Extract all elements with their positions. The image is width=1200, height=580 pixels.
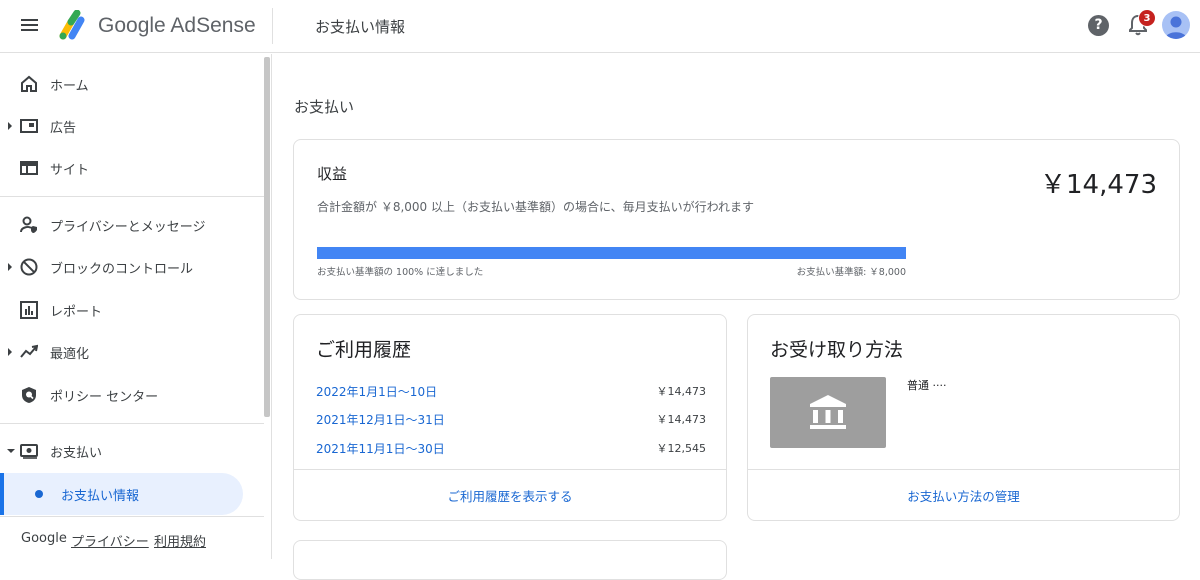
list-item: 2022年1月1日～10日 ￥14,473 xyxy=(316,383,706,403)
sites-icon xyxy=(20,161,38,175)
sidebar-item-optimization[interactable]: 最適化 xyxy=(0,332,264,372)
threshold-label: お支払い基準額: ￥8,000 xyxy=(796,267,906,278)
earnings-description: 合計金額が ￥8,000 以上（お支払い基準額）の場合に、毎月支払いが行われます xyxy=(317,200,755,214)
footer-privacy-link[interactable]: プライバシー xyxy=(71,531,149,550)
period-amount: ￥14,473 xyxy=(656,385,707,398)
sidebar-item-label: 広告 xyxy=(50,121,77,136)
collapse-arrow-icon[interactable] xyxy=(7,449,15,453)
policy-icon xyxy=(22,387,36,403)
sidebar-footer: Google プライバシー 利用規約 xyxy=(0,516,264,559)
expand-arrow-icon[interactable] xyxy=(8,263,12,271)
earnings-amount: ￥14,473 xyxy=(1040,170,1157,200)
card-footer: お支払い方法の管理 xyxy=(748,469,1179,520)
period-amount: ￥14,473 xyxy=(656,413,707,426)
sidebar-item-label: ブロックのコントロール xyxy=(50,262,194,277)
sidebar-item-label: プライバシーとメッセージ xyxy=(50,220,206,235)
sidebar-item-label: ポリシー センター xyxy=(50,390,159,405)
sidebar-item-label: レポート xyxy=(50,305,103,320)
threshold-progress-bar xyxy=(317,247,906,259)
section-title: お支払い xyxy=(294,98,355,116)
expand-arrow-icon[interactable] xyxy=(8,348,12,356)
sidebar-item-home[interactable]: ホーム xyxy=(0,64,264,104)
sidebar-item-payments[interactable]: お支払い xyxy=(0,431,264,471)
sidebar-scrollbar[interactable] xyxy=(264,57,270,417)
notification-badge: 3 xyxy=(1138,9,1156,27)
view-transactions-link[interactable]: ご利用履歴を表示する xyxy=(294,486,726,505)
nav-divider xyxy=(0,423,264,424)
sidebar-item-label: サイト xyxy=(50,163,90,178)
payment-method-card: お受け取り方法 普通 ···· お支払い方法の管理 xyxy=(747,314,1180,521)
active-indicator xyxy=(0,473,4,515)
bank-card-image xyxy=(770,377,886,448)
top-app-bar: Google AdSense お支払い情報 ? 3 xyxy=(0,0,1200,53)
menu-icon[interactable] xyxy=(20,16,40,36)
payments-icon xyxy=(20,444,38,459)
sidebar-sub-item-label: お支払い情報 xyxy=(61,489,140,504)
transactions-card: ご利用履歴 2022年1月1日～10日 ￥14,473 2021年12月1日～3… xyxy=(293,314,727,521)
period-link[interactable]: 2022年1月1日～10日 xyxy=(316,383,437,400)
adsense-logo-icon[interactable] xyxy=(58,10,90,40)
avatar-person-icon xyxy=(1165,16,1187,39)
transactions-title: ご利用履歴 xyxy=(316,339,412,361)
bank-account-name: 普通 ···· xyxy=(907,379,947,392)
page-title: お支払い情報 xyxy=(315,18,406,36)
list-item: 2021年12月1日～31日 ￥14,473 xyxy=(316,411,706,431)
footer-google-label: Google xyxy=(21,531,67,546)
sidebar-nav: ホーム 広告 サイト プライバシーとメッセージ ブロックのコントロール レポート… xyxy=(0,54,272,559)
period-amount: ￥12,545 xyxy=(656,442,707,455)
payment-method-title: お受け取り方法 xyxy=(770,339,904,361)
sidebar-item-policy-center[interactable]: ポリシー センター xyxy=(0,375,264,415)
footer-terms-link[interactable]: 利用規約 xyxy=(154,531,206,550)
bank-icon xyxy=(810,395,846,429)
sidebar-item-sites[interactable]: サイト xyxy=(0,148,264,188)
list-item: 2021年11月1日～30日 ￥12,545 xyxy=(316,440,706,460)
manage-payment-methods-link[interactable]: お支払い方法の管理 xyxy=(748,486,1179,505)
optimization-icon xyxy=(20,344,38,358)
sidebar-item-label: お支払い xyxy=(50,446,103,461)
sidebar-item-reports[interactable]: レポート xyxy=(0,290,264,330)
ads-icon xyxy=(20,119,38,133)
progress-status-text: お支払い基準額の 100% に達しました xyxy=(317,267,484,278)
help-icon[interactable]: ? xyxy=(1088,15,1109,36)
earnings-card: 収益 合計金額が ￥8,000 以上（お支払い基準額）の場合に、毎月支払いが行わ… xyxy=(293,139,1180,300)
sidebar-item-blocking-controls[interactable]: ブロックのコントロール xyxy=(0,247,264,287)
period-link[interactable]: 2021年11月1日～30日 xyxy=(316,440,445,457)
nav-divider xyxy=(0,196,264,197)
header-divider xyxy=(272,8,273,44)
brand-name[interactable]: Google AdSense xyxy=(98,14,256,38)
sidebar-item-ads[interactable]: 広告 xyxy=(0,106,264,146)
period-link[interactable]: 2021年12月1日～31日 xyxy=(316,411,445,428)
next-card-partial xyxy=(293,540,727,580)
sidebar-item-payments-info[interactable]: お支払い情報 xyxy=(0,473,243,515)
privacy-icon xyxy=(20,216,37,233)
reports-icon xyxy=(20,301,38,319)
progress-fill xyxy=(317,247,906,259)
sidebar-item-label: ホーム xyxy=(50,79,89,94)
active-dot-icon xyxy=(35,490,43,498)
sidebar-item-privacy-messaging[interactable]: プライバシーとメッセージ xyxy=(0,205,264,245)
earnings-title: 収益 xyxy=(317,165,348,183)
expand-arrow-icon[interactable] xyxy=(8,122,12,130)
home-icon xyxy=(21,75,37,92)
sidebar-item-label: 最適化 xyxy=(50,347,90,362)
block-icon xyxy=(20,258,38,276)
card-footer: ご利用履歴を表示する xyxy=(294,469,726,520)
avatar[interactable] xyxy=(1162,11,1190,39)
